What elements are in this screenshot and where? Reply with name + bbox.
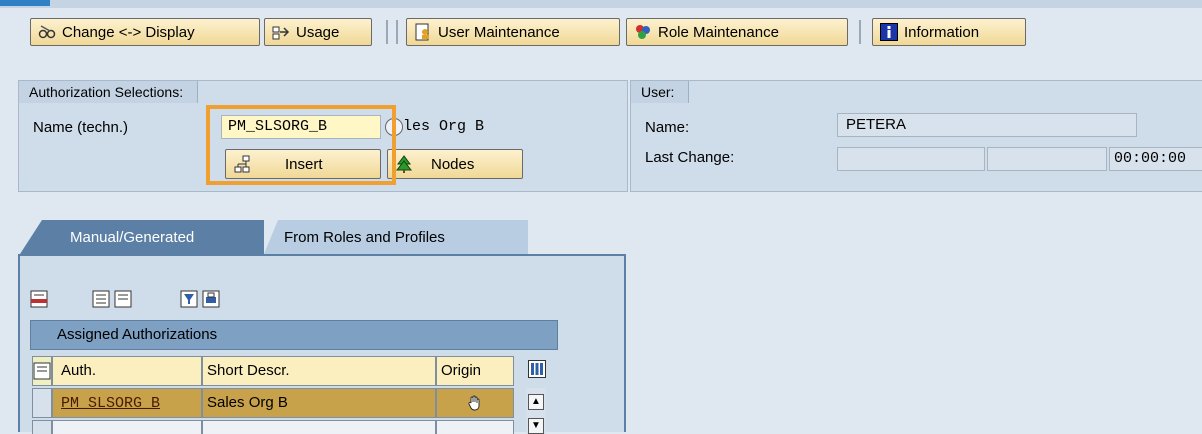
column-config-icon[interactable] xyxy=(528,360,546,378)
change-display-label: Change <-> Display xyxy=(62,23,195,41)
filter-icon[interactable] xyxy=(180,290,198,308)
scroll-up-arrow-icon[interactable]: ▲ xyxy=(528,394,544,410)
toolbar-separator xyxy=(396,20,398,44)
tree-nodes-icon xyxy=(395,155,413,173)
user-title: User: xyxy=(631,81,690,103)
column-header-short-descr[interactable]: Short Descr. xyxy=(202,356,436,386)
table-cell-auth[interactable]: PM_SLSORG_B xyxy=(52,388,202,418)
last-change-label: Last Change: xyxy=(645,149,735,166)
row-selector-header[interactable] xyxy=(32,356,52,386)
information-label: Information xyxy=(904,23,980,41)
title-accent xyxy=(0,0,50,6)
role-icon xyxy=(634,23,652,41)
user-name-label: Name: xyxy=(645,119,690,136)
application-toolbar: Change <-> Display Usage User Maintenanc… xyxy=(0,14,1202,50)
tab-from-roles-profiles-label: From Roles and Profiles xyxy=(284,228,445,246)
authorization-description: les Org B xyxy=(403,118,485,135)
nodes-button[interactable]: Nodes xyxy=(387,149,523,179)
assigned-authorizations-header: Assigned Authorizations xyxy=(30,320,558,350)
deselect-all-icon[interactable] xyxy=(114,290,132,308)
tab-manual-generated[interactable]: Manual/Generated xyxy=(20,220,264,254)
hand-origin-icon xyxy=(468,395,480,411)
name-techn-label: Name (techn.) xyxy=(33,119,129,136)
tab-panel: Assigned Authorizations Auth. Short Desc… xyxy=(18,254,626,434)
print-icon[interactable] xyxy=(202,290,220,308)
toolbar-separator xyxy=(386,20,388,44)
nodes-label: Nodes xyxy=(431,155,475,173)
tab-manual-generated-label: Manual/Generated xyxy=(70,228,195,246)
select-all-rows-icon xyxy=(33,362,51,380)
user-maintenance-label: User Maintenance xyxy=(438,23,560,41)
role-maintenance-label: Role Maintenance xyxy=(658,23,779,41)
table-cell-origin xyxy=(436,388,514,418)
column-header-origin[interactable]: Origin xyxy=(436,356,514,386)
tab-from-roles-profiles[interactable]: From Roles and Profiles xyxy=(264,220,528,254)
select-all-icon[interactable] xyxy=(92,290,110,308)
user-name-field: PETERA xyxy=(837,113,1137,137)
row-selector[interactable] xyxy=(32,388,52,418)
authorization-selections-title: Authorization Selections: xyxy=(19,81,199,103)
column-header-auth[interactable]: Auth. xyxy=(52,356,202,386)
info-icon xyxy=(880,23,898,41)
table-scrollbar[interactable]: ▲ ▼ xyxy=(526,388,546,434)
toolbar-separator xyxy=(859,20,861,44)
change-display-button[interactable]: Change <-> Display xyxy=(30,18,260,46)
glasses-pencil-icon xyxy=(38,23,56,41)
last-change-date-field xyxy=(987,147,1107,171)
role-maintenance-button[interactable]: Role Maintenance xyxy=(626,18,848,46)
user-group: User: Name: PETERA Last Change: 00:00:00 xyxy=(630,80,1202,192)
details-icon[interactable] xyxy=(30,290,48,308)
last-change-time-field: 00:00:00 xyxy=(1109,147,1202,171)
usage-button[interactable]: Usage xyxy=(264,18,372,46)
auth-link[interactable]: PM_SLSORG_B xyxy=(61,395,160,412)
last-change-user-field xyxy=(837,147,985,171)
table-cell-descr: Sales Org B xyxy=(202,388,436,418)
usage-icon xyxy=(272,23,290,41)
usage-label: Usage xyxy=(296,23,340,41)
information-button[interactable]: Information xyxy=(872,18,1026,46)
user-document-icon xyxy=(414,23,432,41)
highlight-box xyxy=(206,105,396,185)
header-strip xyxy=(0,0,1202,8)
user-maintenance-button[interactable]: User Maintenance xyxy=(406,18,620,46)
